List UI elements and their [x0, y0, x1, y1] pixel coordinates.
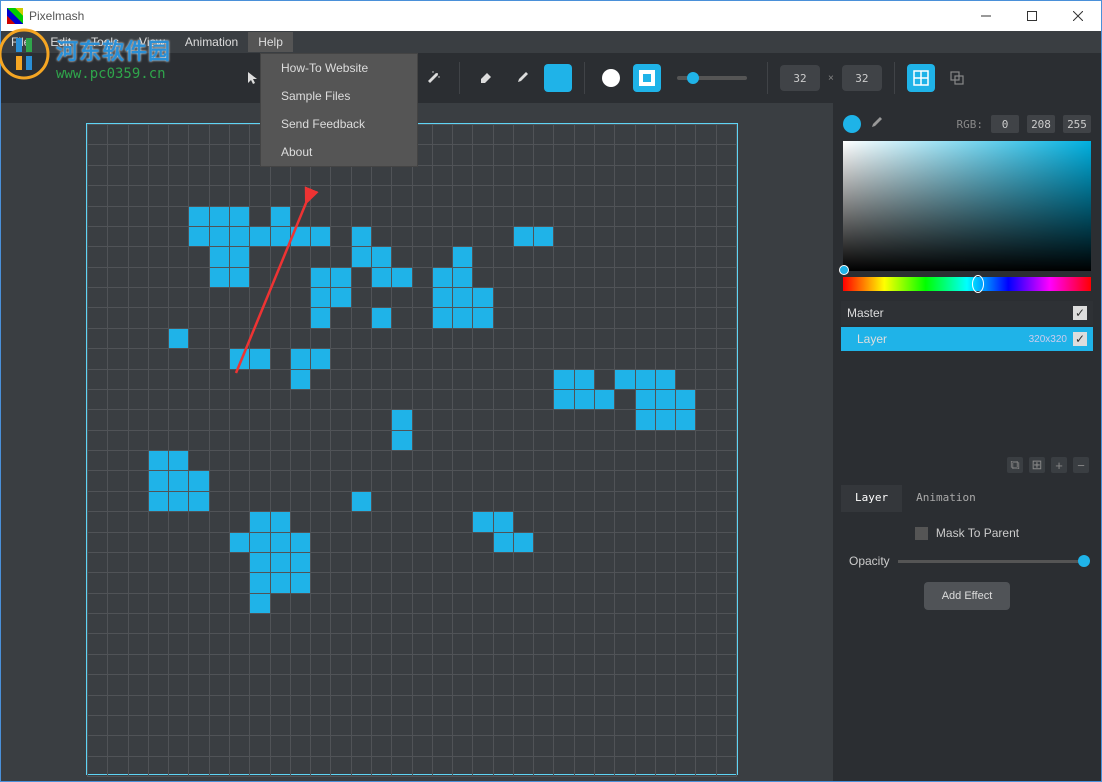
rgb-g[interactable]: 208: [1027, 115, 1055, 133]
grid-toggle[interactable]: [907, 64, 935, 92]
layer-item[interactable]: Layer 320x320 ✓: [841, 327, 1093, 351]
layer-tabs: LayerAnimation: [841, 485, 1093, 512]
menu-view[interactable]: View: [129, 32, 175, 52]
color-picker[interactable]: [843, 141, 1091, 271]
layer-buttons: ⧉ ⊞ + −: [837, 453, 1097, 477]
help-item-sample-files[interactable]: Sample Files: [261, 82, 417, 110]
menu-tools[interactable]: Tools: [81, 32, 129, 52]
layer-remove-icon[interactable]: −: [1073, 457, 1089, 473]
menu-edit[interactable]: Edit: [40, 32, 81, 52]
layer-master-label: Master: [847, 306, 884, 320]
hue-slider[interactable]: [843, 277, 1091, 291]
canvas-area[interactable]: [1, 103, 833, 781]
toolbar: 32 × 32: [1, 53, 1101, 103]
mask-to-parent-checkbox[interactable]: [915, 527, 928, 540]
window-title: Pixelmash: [29, 9, 963, 23]
tab-layer[interactable]: Layer: [841, 485, 902, 512]
eyedropper-icon[interactable]: [869, 116, 883, 133]
canvas-width-input[interactable]: 32: [780, 65, 820, 91]
help-dropdown: How-To WebsiteSample FilesSend FeedbackA…: [260, 53, 418, 167]
layer-item-dim: 320x320: [1029, 334, 1067, 345]
opacity-slider[interactable]: [898, 560, 1085, 563]
current-color-dot[interactable]: [843, 115, 861, 133]
app-icon: [7, 8, 23, 24]
rgb-r[interactable]: 0: [991, 115, 1019, 133]
minimize-button[interactable]: [963, 1, 1009, 31]
tab-animation[interactable]: Animation: [902, 485, 990, 512]
layer-master[interactable]: Master ✓: [841, 301, 1093, 325]
dimension-x: ×: [828, 73, 834, 84]
menu-help[interactable]: Help: [248, 32, 293, 52]
titlebar: Pixelmash: [1, 1, 1101, 31]
layer-add-icon[interactable]: +: [1051, 457, 1067, 473]
brush-size-slider[interactable]: [677, 76, 747, 80]
add-effect-button[interactable]: Add Effect: [924, 582, 1011, 610]
layer-group-icon[interactable]: ⊞: [1029, 457, 1045, 473]
overlay-toggle[interactable]: [943, 64, 971, 92]
shape-pixel[interactable]: [633, 64, 661, 92]
rgb-b[interactable]: 255: [1063, 115, 1091, 133]
close-button[interactable]: [1055, 1, 1101, 31]
rgb-label: RGB:: [957, 118, 984, 131]
layer-item-visible[interactable]: ✓: [1073, 332, 1087, 346]
color-swatch[interactable]: [544, 64, 572, 92]
help-item-about[interactable]: About: [261, 138, 417, 166]
eraser-tool[interactable]: [472, 64, 500, 92]
layer-duplicate-icon[interactable]: ⧉: [1007, 457, 1023, 473]
side-panel: RGB: 0 208 255 Master ✓ Layer 320x320 ✓: [833, 103, 1101, 781]
menu-animation[interactable]: Animation: [175, 32, 248, 52]
help-item-how-to-website[interactable]: How-To Website: [261, 54, 417, 82]
mask-to-parent-label: Mask To Parent: [936, 526, 1019, 540]
brush-tool[interactable]: [508, 64, 536, 92]
opacity-label: Opacity: [849, 554, 890, 568]
menu-file[interactable]: File: [1, 32, 40, 52]
layer-master-visible[interactable]: ✓: [1073, 306, 1087, 320]
layer-item-label: Layer: [857, 332, 887, 346]
canvas-height-input[interactable]: 32: [842, 65, 882, 91]
help-item-send-feedback[interactable]: Send Feedback: [261, 110, 417, 138]
wand-tool[interactable]: [419, 64, 447, 92]
shape-circle[interactable]: [597, 64, 625, 92]
maximize-button[interactable]: [1009, 1, 1055, 31]
menubar: FileEditToolsViewAnimationHelp: [1, 31, 1101, 53]
